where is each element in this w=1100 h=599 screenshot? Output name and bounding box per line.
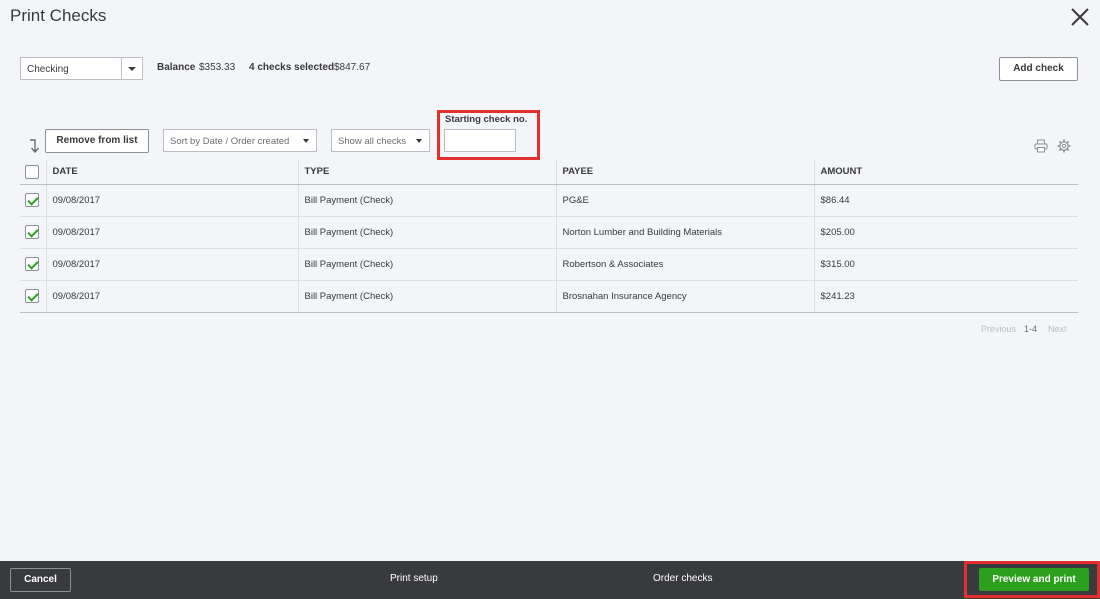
balance-label: Balance bbox=[157, 62, 196, 73]
order-checks-link[interactable]: Order checks bbox=[653, 573, 712, 584]
row-select-cell bbox=[20, 248, 47, 281]
account-select[interactable]: Checking bbox=[20, 57, 143, 80]
sort-dropdown-value: Sort by Date / Order created bbox=[170, 136, 290, 147]
add-check-button[interactable]: Add check bbox=[999, 57, 1078, 81]
close-icon[interactable] bbox=[1070, 7, 1090, 27]
printer-icon[interactable] bbox=[1034, 139, 1048, 153]
balance-value: $353.33 bbox=[199, 62, 236, 73]
row-date: 09/08/2017 bbox=[46, 216, 299, 249]
row-payee: Robertson & Associates bbox=[556, 248, 815, 281]
row-date: 09/08/2017 bbox=[46, 184, 299, 217]
remove-from-list-button[interactable]: Remove from list bbox=[45, 129, 149, 153]
row-amount: $241.23 bbox=[814, 280, 1078, 313]
show-checks-dropdown[interactable]: Show all checks bbox=[331, 129, 430, 152]
footer-bar: Cancel Print setup Order checks Preview … bbox=[0, 561, 1100, 599]
show-checks-dropdown-value: Show all checks bbox=[338, 136, 407, 147]
cancel-button[interactable]: Cancel bbox=[10, 568, 71, 592]
row-date: 09/08/2017 bbox=[46, 280, 299, 313]
pager-next[interactable]: Next bbox=[1048, 324, 1067, 334]
preview-and-print-button[interactable]: Preview and print bbox=[979, 568, 1089, 591]
sort-arrow-icon[interactable] bbox=[28, 138, 40, 154]
row-payee: Norton Lumber and Building Materials bbox=[556, 216, 815, 249]
print-setup-link[interactable]: Print setup bbox=[390, 573, 438, 584]
row-type: Bill Payment (Check) bbox=[298, 280, 557, 313]
row-select-cell bbox=[20, 280, 47, 313]
row-checkbox[interactable] bbox=[25, 257, 39, 271]
row-select-cell bbox=[20, 216, 47, 249]
gear-icon[interactable] bbox=[1057, 139, 1071, 153]
page-title: Print Checks bbox=[10, 6, 107, 25]
row-type: Bill Payment (Check) bbox=[298, 216, 557, 249]
row-date: 09/08/2017 bbox=[46, 248, 299, 281]
select-all-cell bbox=[20, 160, 47, 185]
column-header-payee[interactable]: PAYEE bbox=[556, 160, 815, 185]
table-row[interactable]: 09/08/2017 Bill Payment (Check) Norton L… bbox=[20, 216, 1078, 249]
starting-check-label: Starting check no. bbox=[445, 114, 528, 125]
column-header-amount[interactable]: AMOUNT bbox=[814, 160, 1078, 185]
checks-table: DATE TYPE PAYEE AMOUNT 09/08/2017 Bill P… bbox=[20, 160, 1078, 313]
row-checkbox[interactable] bbox=[25, 289, 39, 303]
select-all-checkbox[interactable] bbox=[25, 164, 39, 179]
row-select-cell bbox=[20, 184, 47, 217]
column-header-date[interactable]: DATE bbox=[46, 160, 299, 185]
row-type: Bill Payment (Check) bbox=[298, 184, 557, 217]
row-amount: $315.00 bbox=[814, 248, 1078, 281]
row-checkbox[interactable] bbox=[25, 193, 39, 207]
sort-dropdown[interactable]: Sort by Date / Order created bbox=[163, 129, 317, 152]
row-amount: $205.00 bbox=[814, 216, 1078, 249]
column-header-type[interactable]: TYPE bbox=[298, 160, 557, 185]
row-payee: PG&E bbox=[556, 184, 815, 217]
checks-selected-label: 4 checks selected bbox=[249, 62, 335, 73]
table-header-row: DATE TYPE PAYEE AMOUNT bbox=[20, 160, 1078, 185]
checks-selected-total: $847.67 bbox=[334, 62, 371, 73]
table-row[interactable]: 09/08/2017 Bill Payment (Check) Robertso… bbox=[20, 248, 1078, 281]
row-type: Bill Payment (Check) bbox=[298, 248, 557, 281]
account-select-value: Checking bbox=[27, 64, 69, 75]
row-checkbox[interactable] bbox=[25, 225, 39, 239]
table-row[interactable]: 09/08/2017 Bill Payment (Check) PG&E $86… bbox=[20, 184, 1078, 217]
pager-range: 1-4 bbox=[1024, 324, 1038, 334]
chevron-down-icon[interactable] bbox=[121, 58, 142, 79]
row-amount: $86.44 bbox=[814, 184, 1078, 217]
pager-previous[interactable]: Previous bbox=[981, 324, 1016, 334]
starting-check-input[interactable] bbox=[444, 129, 516, 152]
row-payee: Brosnahan Insurance Agency bbox=[556, 280, 815, 313]
table-row[interactable]: 09/08/2017 Bill Payment (Check) Brosnaha… bbox=[20, 280, 1078, 313]
